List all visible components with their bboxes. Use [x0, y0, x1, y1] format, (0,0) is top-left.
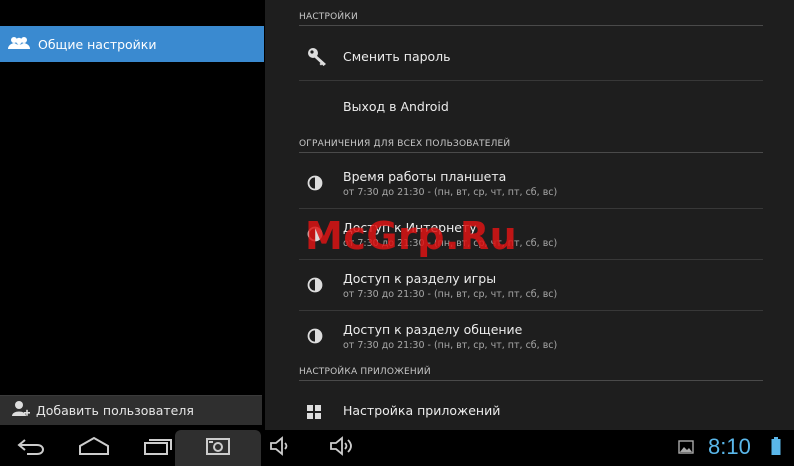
volume-up-icon [329, 436, 357, 460]
back-icon [17, 436, 47, 460]
battery-indicator [766, 430, 786, 466]
restriction-title: Время работы планшета [343, 169, 507, 184]
change-password-label: Сменить пароль [343, 49, 451, 64]
camera-icon [205, 436, 231, 460]
clock-icon [307, 328, 323, 348]
restriction-schedule: от 7:30 до 21:30 - (пн, вт, ср, чт, пт, … [343, 289, 558, 300]
navigation-bar [0, 430, 794, 466]
key-icon [307, 47, 329, 71]
volume-down-button[interactable] [266, 430, 296, 466]
restriction-title: Доступ к разделу общение [343, 322, 523, 337]
recent-apps-button[interactable] [140, 430, 176, 466]
clock-icon [307, 277, 323, 297]
image-icon [678, 439, 694, 458]
restriction-schedule: от 7:30 до 21:30 - (пн, вт, ср, чт, пт, … [343, 187, 558, 198]
status-clock: 8:10 [708, 434, 751, 459]
clock-icon [307, 175, 323, 195]
restriction-schedule: от 7:30 до 21:30 - (пн, вт, ср, чт, пт, … [343, 340, 558, 351]
restriction-item-tablet-time[interactable]: Время работы планшета от 7:30 до 21:30 -… [299, 158, 763, 209]
add-user-button[interactable]: Добавить пользователя [0, 395, 262, 425]
home-icon [78, 436, 110, 460]
change-password-item[interactable]: Сменить пароль [299, 32, 763, 81]
left-panel: Общие настройки Добавить пользователя [0, 0, 264, 430]
users-icon [8, 35, 30, 54]
gallery-notification[interactable] [676, 430, 696, 466]
battery-icon [771, 436, 781, 460]
section-header-settings: НАСТРОЙКИ [299, 12, 763, 26]
sidebar-item-general-settings[interactable]: Общие настройки [0, 26, 264, 62]
sidebar-item-label: Общие настройки [38, 36, 157, 52]
app-settings-label: Настройка приложений [343, 403, 501, 418]
volume-down-icon [269, 436, 293, 460]
grid-icon [307, 404, 321, 423]
restriction-title: Доступ к разделу игры [343, 271, 497, 286]
app-settings-item[interactable]: Настройка приложений [299, 390, 763, 428]
add-user-icon [12, 400, 30, 422]
add-user-label: Добавить пользователя [36, 403, 194, 418]
exit-android-label: Выход в Android [343, 99, 449, 114]
home-button[interactable] [76, 430, 112, 466]
restriction-item-social[interactable]: Доступ к разделу общение от 7:30 до 21:3… [299, 311, 763, 361]
section-header-restrictions: ОГРАНИЧЕНИЯ ДЛЯ ВСЕХ ПОЛЬЗОВАТЕЛЕЙ [299, 139, 763, 153]
back-button[interactable] [14, 430, 50, 466]
watermark-text: McGrp.Ru [305, 214, 518, 258]
exit-android-item[interactable]: Выход в Android [299, 82, 763, 132]
volume-up-button[interactable] [326, 430, 360, 466]
recent-apps-icon [143, 436, 173, 460]
screenshot-button[interactable] [200, 430, 236, 466]
section-header-apps: НАСТРОЙКА ПРИЛОЖЕНИЙ [299, 367, 763, 381]
restriction-item-games[interactable]: Доступ к разделу игры от 7:30 до 21:30 -… [299, 260, 763, 311]
